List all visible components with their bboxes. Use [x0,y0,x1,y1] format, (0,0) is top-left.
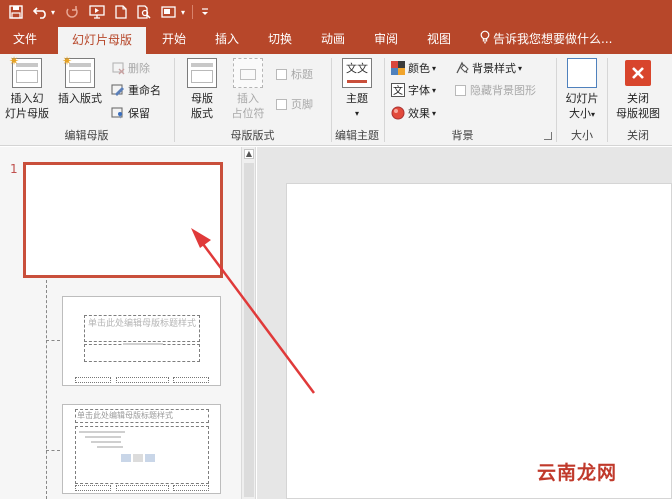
annotation-arrow [191,228,316,394]
powerpoint-window: ▾ ▾ 文件 幻灯片母版 开始 插入 切换 动画 审阅 视图 告诉我您想要做什么… [0,0,672,499]
watermark-text: 云南龙网 [537,462,618,484]
